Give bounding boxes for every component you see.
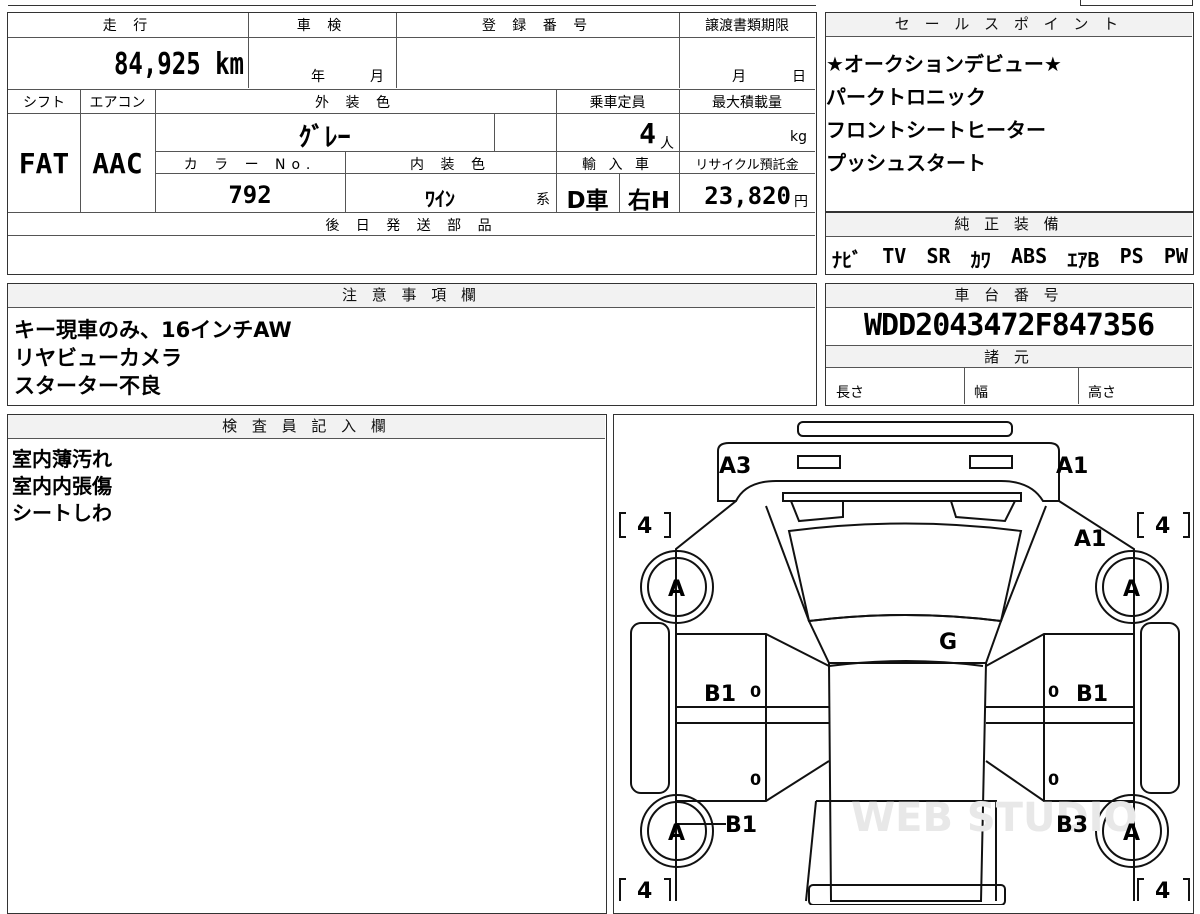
exterior-color-header: 外 装 色 <box>315 95 396 111</box>
equipment-item: PW <box>1163 244 1188 268</box>
notes-line: リヤビューカメラ <box>14 346 182 370</box>
sales-points-header: セ ー ル ス ポ イ ン ト <box>826 13 1192 37</box>
tire-tread: 4 <box>637 514 652 539</box>
max-load-header: 最大積載量 <box>712 95 782 111</box>
mark-door-left-rear: B1 <box>704 682 736 707</box>
mark-door-right-rear: B1 <box>1076 682 1108 707</box>
aircon-header: エアコン <box>89 95 146 111</box>
wheel-mark: A <box>668 577 685 602</box>
zero-mark: 0 <box>750 682 761 701</box>
color-no-header: カ ラ ー No. <box>183 157 317 173</box>
specs-header: 諸 元 <box>826 346 1192 368</box>
registration-header: 登 録 番 号 <box>481 18 594 34</box>
shift-value: FAT <box>18 147 70 180</box>
equipment-item: PS <box>1119 244 1144 268</box>
capacity-unit: 人 <box>660 136 674 152</box>
import-type-value: D車 <box>566 188 609 214</box>
wheel-mark: A <box>1123 577 1140 602</box>
inspector-header: 検 査 員 記 入 欄 <box>8 415 605 439</box>
shift-header: シフト <box>23 95 65 111</box>
vehicle-info-table: 走 行 車 検 登 録 番 号 譲渡書類期限 84,925 km 年 月 月 日… <box>7 12 817 275</box>
equipment-item: ｴｱB <box>1067 248 1100 272</box>
inspector-line: 室内薄汚れ <box>12 447 112 471</box>
interior-color-value: ﾜｲﾝ <box>425 187 455 211</box>
mark-roof: G <box>939 630 957 655</box>
zero-mark: 0 <box>1048 682 1059 701</box>
notes-box: 注 意 事 項 欄 キー現車のみ、16インチAW リヤビューカメラ スターター不… <box>7 283 817 406</box>
chassis-box: 車 台 番 号 WDD2043472F847356 諸 元 長さ 幅 高さ <box>825 283 1194 406</box>
capacity-header: 乗車定員 <box>589 95 646 111</box>
exterior-color-value: ｸﾞﾚｰ <box>298 123 351 153</box>
notes-line: スターター不良 <box>14 374 161 398</box>
shaken-header: 車 検 <box>296 18 348 34</box>
equipment-item: SR <box>926 244 951 268</box>
spec-width: 幅 <box>974 385 988 401</box>
watermark: WEB STUDIO <box>851 795 1138 841</box>
notes-line: キー現車のみ、16インチAW <box>14 318 292 342</box>
sales-points-box: セ ー ル ス ポ イ ン ト ★オークションデビュー★ パークトロニック フロ… <box>825 12 1194 212</box>
zero-mark: 0 <box>1048 770 1059 789</box>
mileage-unit: km <box>215 47 244 82</box>
later-parts-header: 後 日 発 送 部 品 <box>325 218 498 234</box>
equipment-item: ABS <box>1011 244 1048 268</box>
sales-point-item: ★オークションデビュー★ <box>826 52 1062 76</box>
sales-point-item: プッシュスタート <box>826 151 986 175</box>
equipment-item: ﾅﾋﾞ <box>832 248 862 272</box>
interior-color-header: 内 装 色 <box>410 157 491 173</box>
transfer-deadline-header: 譲渡書類期限 <box>705 18 789 34</box>
aircon-value: AAC <box>92 147 143 180</box>
car-diagram-box: WEB STUDIO A3 A1 A1 G B1 B1 B1 B3 A A A … <box>613 414 1194 914</box>
tire-tread: 4 <box>637 879 652 904</box>
spec-length: 長さ <box>836 385 864 401</box>
recycle-fee-header: リサイクル預託金 <box>695 158 799 173</box>
tire-tread: 4 <box>1155 879 1170 904</box>
mark-right-rear-quarter: A1 <box>1074 527 1106 552</box>
color-no-value: 792 <box>228 181 272 209</box>
zero-mark: 0 <box>750 770 761 789</box>
mark-front-left: B1 <box>725 813 757 838</box>
equipment-item: ｶﾜ <box>970 248 991 272</box>
inspector-box: 検 査 員 記 入 欄 室内薄汚れ 室内内張傷 シートしわ <box>7 414 607 914</box>
equipment-header: 純 正 装 備 <box>826 213 1192 237</box>
max-load-unit: kg <box>790 129 807 145</box>
handle-value: 右H <box>627 188 671 214</box>
mileage-value: 84,925 km <box>55 47 244 82</box>
equipment-list: ﾅﾋﾞ TV SR ｶﾜ ABS ｴｱB PS PW <box>832 244 1188 273</box>
shaken-year: 年 <box>311 69 325 85</box>
recycle-fee-value: 23,820 <box>704 182 791 210</box>
deadline-month: 月 <box>732 69 746 85</box>
inspector-line: シートしわ <box>12 501 112 525</box>
wheel-mark: A <box>668 821 685 846</box>
mark-rear-left: A3 <box>719 454 751 479</box>
chassis-header: 車 台 番 号 <box>826 284 1192 308</box>
inspector-line: 室内内張傷 <box>12 474 112 498</box>
recycle-unit: 円 <box>794 194 808 210</box>
sales-point-item: パークトロニック <box>826 85 986 109</box>
capacity-value: 4 <box>639 117 656 150</box>
sales-point-item: フロントシートヒーター <box>826 118 1046 142</box>
tire-tread: 4 <box>1155 514 1170 539</box>
mileage-number: 84,925 <box>113 47 201 82</box>
mark-front-right: B3 <box>1056 813 1088 838</box>
deadline-day: 日 <box>792 69 806 85</box>
import-header: 輸 入 車 <box>582 157 653 173</box>
spec-height: 高さ <box>1088 385 1116 401</box>
wheel-mark: A <box>1123 821 1140 846</box>
top-cutoff-row-right <box>1080 0 1193 6</box>
mileage-header: 走 行 <box>102 18 154 34</box>
car-diagram: WEB STUDIO A3 A1 A1 G B1 B1 B1 B3 A A A … <box>619 421 1190 905</box>
equipment-box: 純 正 装 備 ﾅﾋﾞ TV SR ｶﾜ ABS ｴｱB PS PW <box>825 212 1194 275</box>
notes-header: 注 意 事 項 欄 <box>8 284 815 308</box>
chassis-number: WDD2043472F847356 <box>863 308 1155 343</box>
equipment-item: TV <box>882 244 907 268</box>
shaken-month: 月 <box>370 69 384 85</box>
interior-suffix: 系 <box>536 192 550 208</box>
mark-rear-right: A1 <box>1056 454 1088 479</box>
top-cutoff-row <box>8 0 816 6</box>
